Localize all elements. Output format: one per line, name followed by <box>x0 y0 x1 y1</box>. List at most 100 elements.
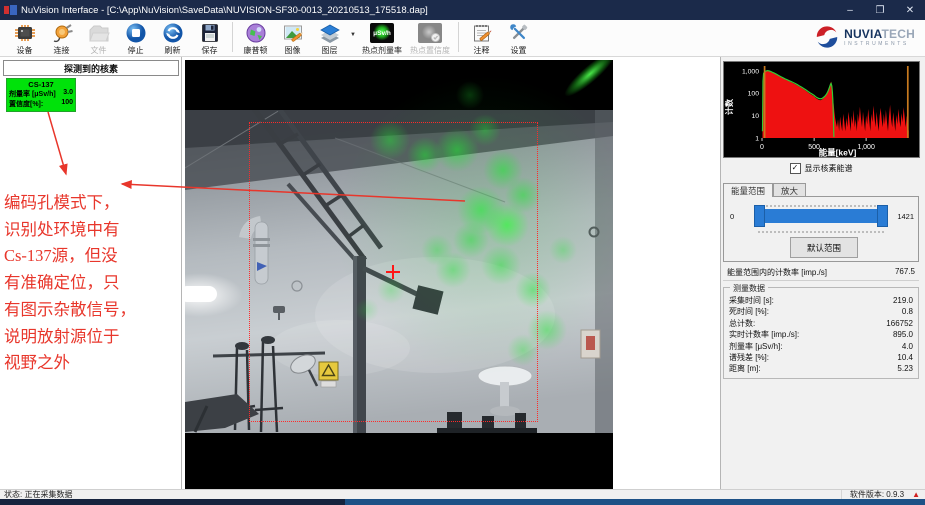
nuvision-app-window: NuVision Interface - [C:\App\NuVision\Sa… <box>0 0 925 505</box>
count-rate-label: 能量范围内的计数率 [imp./s] <box>727 267 827 278</box>
stop-icon <box>124 22 148 44</box>
nuclide-item-cs137[interactable]: CS-137 剂量率 [μSv/h]3.0 置信度[%]:100 <box>6 78 76 112</box>
measurement-label: 总计数: <box>729 319 755 328</box>
spectrum-svg: 05001,0001101001,000能量[keV]计数 <box>724 62 919 157</box>
window-title: NuVision Interface - [C:\App\NuVision\Sa… <box>21 5 428 16</box>
svg-text:μSv/h: μSv/h <box>373 30 391 37</box>
settings-icon <box>507 22 531 44</box>
toolbar-image-button[interactable]: 图像 <box>274 20 311 56</box>
spectrum-checkbox-row: ✓ 显示核素能谱 <box>721 161 921 175</box>
svg-text:1,000: 1,000 <box>742 68 759 75</box>
brand-bold: NUVIA <box>844 27 881 41</box>
minimize-button[interactable]: – <box>835 0 865 20</box>
toolbar-settings-button[interactable]: 设置 <box>500 20 537 56</box>
refresh-icon <box>161 22 185 44</box>
measurement-value: 10.4 <box>897 353 913 362</box>
measurement-value: 0.8 <box>902 307 913 316</box>
toolbar-label: 保存 <box>202 45 218 56</box>
brand-light: TECH <box>882 27 915 41</box>
compton-icon <box>244 22 268 44</box>
toolbar-compton-button[interactable]: 康普顿 <box>237 20 274 56</box>
toolbar-refresh-button[interactable]: 刷新 <box>154 20 191 56</box>
toolbar-label: 热点置信度 <box>410 45 450 56</box>
alarm-indicator-icon[interactable]: ▲ <box>912 491 925 499</box>
plug-icon <box>50 22 74 44</box>
svg-text:0: 0 <box>760 144 764 151</box>
svg-text:100: 100 <box>748 91 760 98</box>
measurement-label: 采集时间 [s]: <box>729 296 774 305</box>
toolbar-separator <box>458 22 459 52</box>
nuclide-confidence-label: 置信度[%]: <box>9 99 43 109</box>
measurement-label: 死时间 [%]: <box>729 307 769 316</box>
camera-view[interactable] <box>185 60 613 489</box>
toolbar-label: 热点剂量率 <box>362 45 402 56</box>
image-icon <box>281 22 305 44</box>
measurement-data-header: 测量数据 <box>730 283 768 294</box>
slider-ticks-bottom <box>758 231 884 233</box>
svg-text:能量[keV]: 能量[keV] <box>819 148 857 158</box>
toolbar-annotate-button[interactable]: 注释 <box>463 20 500 56</box>
save-icon <box>198 22 222 44</box>
measurement-row: 采集时间 [s]: 219.0 <box>724 295 918 306</box>
energy-range-tabpage: 0 1421 默认范围 <box>723 196 919 262</box>
title-bar: NuVision Interface - [C:\App\NuVision\Sa… <box>0 0 925 20</box>
radiation-streak <box>560 60 613 102</box>
hotspot-dose-icon: μSv/h <box>370 22 394 44</box>
progress-remainder <box>345 499 925 505</box>
nuclide-confidence-value: 100 <box>61 99 73 109</box>
bottom-progress-bar <box>0 499 925 505</box>
slider-bar[interactable] <box>754 209 888 223</box>
toolbar-hotspot-dose-button[interactable]: μSv/h 热点剂量率 <box>358 20 406 56</box>
user-annotation-text: 编码孔模式下， 识别处环境中有 Cs-137源，但没 有准确定位，只 有图示杂散… <box>4 190 180 377</box>
measurement-row: 剂量率 [μSv/h]:4.0 <box>724 341 918 352</box>
toolbar-file-button: 文件 <box>80 20 117 56</box>
status-bar: 状态: 正在采集数据 软件版本: 0.9.3 ▲ <box>0 489 925 499</box>
measurement-label: 实时计数率 [imp./s]: <box>729 330 799 339</box>
default-range-button[interactable]: 默认范围 <box>790 237 858 258</box>
svg-text:计数: 计数 <box>724 98 734 115</box>
toolbar-device-button[interactable]: 设备 <box>6 20 43 56</box>
maximize-button[interactable]: ❐ <box>865 0 895 20</box>
toolbar-layers-button[interactable]: 图层 <box>311 20 348 56</box>
energy-range-group: 能量范围 放大 0 1421 默认范围 能量范围内的计 <box>723 183 919 281</box>
nuviatech-logo-mark <box>814 24 840 50</box>
measurement-row: 总计数:166752 <box>724 318 918 329</box>
svg-text:1,000: 1,000 <box>857 144 875 151</box>
camera-viewport <box>182 57 720 489</box>
show-nuclide-spectrum-checkbox[interactable]: ✓ <box>790 163 801 174</box>
toolbar-connect-button[interactable]: 连接 <box>43 20 80 56</box>
slider-handle-left[interactable] <box>754 205 765 227</box>
toolbar-label: 刷新 <box>165 45 181 56</box>
nuviatech-logo: NUVIATECH INSTRUMENTS <box>814 20 915 50</box>
tab-energy-range[interactable]: 能量范围 <box>723 183 773 197</box>
toolbar-label: 连接 <box>54 45 70 56</box>
measurement-row: 谱残差 [%]:10.4 <box>724 352 918 363</box>
toolbar-label: 康普顿 <box>244 45 268 56</box>
measurement-row: 死时间 [%]: 0.8 <box>724 306 918 317</box>
svg-text:10: 10 <box>751 113 759 120</box>
toolbar-label: 停止 <box>128 45 144 56</box>
slider-handle-right[interactable] <box>877 205 888 227</box>
toolbar-label: 文件 <box>91 45 107 56</box>
close-button[interactable]: ✕ <box>895 0 925 20</box>
nuclide-dose-label: 剂量率 [μSv/h] <box>9 89 56 99</box>
layers-dropdown-arrow[interactable]: ▼ <box>348 32 358 38</box>
spectrum-chart[interactable]: 05001,0001101001,000能量[keV]计数 <box>723 61 920 158</box>
crosshair-marker <box>386 265 400 279</box>
toolbar-separator <box>232 22 233 52</box>
measurement-label: 剂量率 [μSv/h]: <box>729 342 783 351</box>
toolbar-save-button[interactable]: 保存 <box>191 20 228 56</box>
measurement-value: 219.0 <box>893 296 913 305</box>
toolbar-stop-button[interactable]: 停止 <box>117 20 154 56</box>
folder-icon <box>87 22 111 44</box>
main-area: 探测到的核素 CS-137 剂量率 [μSv/h]3.0 置信度[%]:100 … <box>0 57 925 489</box>
measurement-label: 距离 [m]: <box>729 364 761 373</box>
toolbar-label: 设置 <box>511 45 527 56</box>
tab-zoom[interactable]: 放大 <box>773 183 806 197</box>
nuclide-panel: 探测到的核素 CS-137 剂量率 [μSv/h]3.0 置信度[%]:100 … <box>0 57 182 489</box>
hotspot-confidence-icon <box>418 22 442 44</box>
show-nuclide-spectrum-label: 显示核素能谱 <box>805 163 853 174</box>
brand-subtitle: INSTRUMENTS <box>844 42 915 47</box>
measurement-data-group: 测量数据 采集时间 [s]:219.0 死时间 [%]:0.8 总计数:1667… <box>723 287 919 379</box>
energy-range-slider[interactable] <box>754 201 888 233</box>
